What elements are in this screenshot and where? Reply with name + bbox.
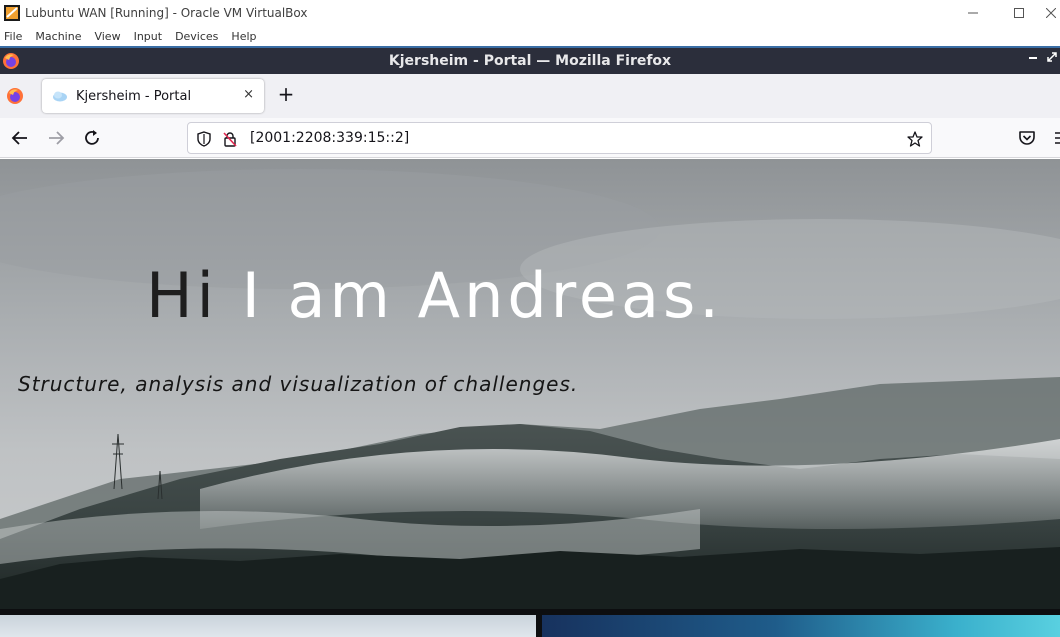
menu-machine[interactable]: Machine <box>35 30 81 43</box>
cloud-favicon-icon <box>53 91 67 102</box>
menu-input[interactable]: Input <box>134 30 162 43</box>
menu-file[interactable]: File <box>4 30 22 43</box>
reload-icon[interactable] <box>82 128 102 148</box>
tracking-shield-icon[interactable] <box>196 131 212 147</box>
hero-banner: Hi I am Andreas. Structure, analysis and… <box>0 159 1060 609</box>
url-text: [2001:2208:339:15::2] <box>250 130 410 146</box>
firefox-titlebar: Kjersheim - Portal — Mozilla Firefox <box>0 48 1060 74</box>
hero-subtitle: Structure, analysis and visualization of… <box>18 372 579 396</box>
virtualbox-icon <box>4 4 20 21</box>
tab-kjersheim-portal[interactable]: Kjersheim - Portal × <box>42 79 264 113</box>
firefox-view-icon[interactable] <box>6 87 24 105</box>
tab-strip: Kjersheim - Portal × + <box>0 74 1060 118</box>
insecure-lock-icon[interactable] <box>222 131 238 147</box>
greeting-name: I am Andreas. <box>217 259 723 332</box>
vbox-menubar: File Machine View Input Devices Help <box>0 27 1060 46</box>
firefox-window-title: Kjersheim - Portal — Mozilla Firefox <box>388 53 672 69</box>
vbox-titlebar: Lubuntu WAN [Running] - Oracle VM Virtua… <box>0 0 1060 25</box>
card-left-image[interactable] <box>0 615 536 637</box>
tab-close-icon[interactable]: × <box>243 87 254 102</box>
menu-devices[interactable]: Devices <box>175 30 218 43</box>
menu-hamburger-icon[interactable] <box>1052 128 1060 148</box>
forward-arrow-icon[interactable] <box>46 128 66 148</box>
hero-greeting: Hi I am Andreas. <box>146 259 723 332</box>
maximize-icon[interactable] <box>996 0 1042 25</box>
pocket-icon[interactable] <box>1017 128 1037 148</box>
minimize-browser-icon[interactable] <box>1028 51 1038 65</box>
url-bar[interactable]: [2001:2208:339:15::2] <box>187 122 932 154</box>
menu-view[interactable]: View <box>94 30 120 43</box>
navigation-bar: [2001:2208:339:15::2] <box>0 118 1060 158</box>
firefox-logo-icon <box>3 53 19 69</box>
greeting-hi: Hi <box>146 259 218 332</box>
bookmark-star-icon[interactable] <box>907 131 923 147</box>
minimize-icon[interactable] <box>950 0 996 25</box>
vbox-window-title: Lubuntu WAN [Running] - Oracle VM Virtua… <box>25 5 308 20</box>
back-arrow-icon[interactable] <box>10 128 30 148</box>
new-tab-button[interactable]: + <box>276 84 296 104</box>
close-window-icon[interactable] <box>1042 0 1060 25</box>
tab-label: Kjersheim - Portal <box>76 88 192 104</box>
window-controls <box>950 0 1060 25</box>
restore-browser-icon[interactable] <box>1046 51 1058 66</box>
card-right-image[interactable] <box>542 615 1060 637</box>
menu-help[interactable]: Help <box>231 30 256 43</box>
